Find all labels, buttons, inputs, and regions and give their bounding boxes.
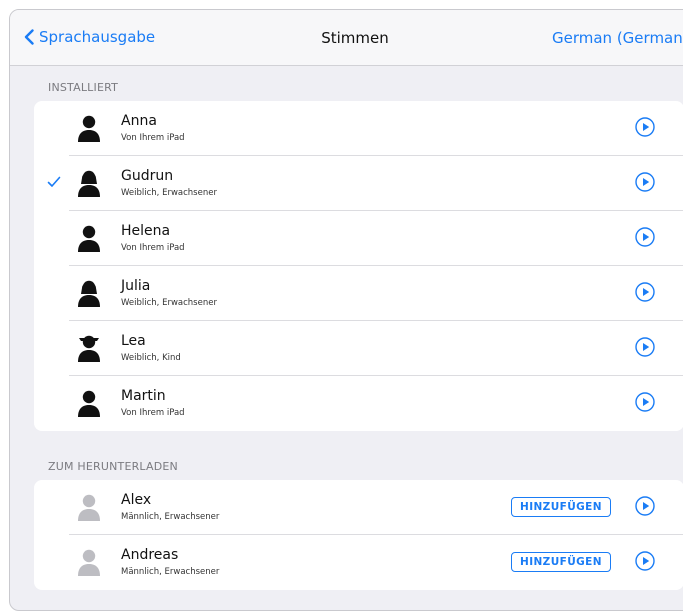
voice-row-anna[interactable]: Anna Von Ihrem iPad (34, 101, 683, 156)
person-icon (78, 115, 100, 142)
voice-description: Männlich, Erwachsener (121, 567, 220, 577)
add-voice-button[interactable]: HINZUFÜGEN (511, 552, 611, 572)
play-icon[interactable] (635, 392, 655, 412)
person-icon (78, 225, 100, 252)
voice-name: Anna (121, 113, 157, 129)
person-icon (78, 390, 100, 417)
voice-description: Von Ihrem iPad (121, 243, 185, 253)
voice-name: Gudrun (121, 168, 174, 184)
back-button[interactable]: Sprachausgabe (24, 28, 155, 46)
voice-row-lea[interactable]: Lea Weiblich, Kind (34, 321, 683, 376)
person-female-icon (78, 280, 100, 307)
voice-row-andreas[interactable]: Andreas Männlich, Erwachsener HINZUFÜGEN (34, 535, 683, 590)
play-icon[interactable] (635, 282, 655, 302)
play-icon[interactable] (635, 496, 655, 516)
download-voices-list: Alex Männlich, Erwachsener HINZUFÜGEN Andre… (34, 480, 683, 590)
voice-row-helena[interactable]: Helena Von Ihrem iPad (34, 211, 683, 266)
voice-row-julia[interactable]: Julia Weiblich, Erwachsener (34, 266, 683, 321)
voice-description: Weiblich, Kind (121, 353, 181, 363)
section-header-download: ZUM HERUNTERLADEN (48, 460, 178, 473)
voice-description: Männlich, Erwachsener (121, 512, 220, 522)
person-icon (78, 494, 100, 521)
play-icon[interactable] (635, 172, 655, 192)
back-label: Sprachausgabe (39, 28, 156, 46)
person-icon (78, 549, 100, 576)
voices-screen: Sprachausgabe Stimmen German (Germany) I… (9, 9, 683, 611)
voice-row-alex[interactable]: Alex Männlich, Erwachsener HINZUFÜGEN (34, 480, 683, 535)
person-female-icon (78, 170, 100, 197)
checkmark-icon (47, 176, 61, 187)
voice-description: Weiblich, Erwachsener (121, 188, 217, 198)
voice-description: Weiblich, Erwachsener (121, 298, 217, 308)
person-child-icon (78, 335, 100, 362)
play-icon[interactable] (635, 337, 655, 357)
voice-row-gudrun[interactable]: Gudrun Weiblich, Erwachsener (34, 156, 683, 211)
voice-description: Von Ihrem iPad (121, 408, 185, 418)
play-icon[interactable] (635, 227, 655, 247)
voice-row-martin[interactable]: Martin Von Ihrem iPad (34, 376, 683, 431)
chevron-left-icon (24, 29, 34, 45)
voice-name: Martin (121, 388, 166, 404)
add-voice-button[interactable]: HINZUFÜGEN (511, 497, 611, 517)
navigation-bar: Sprachausgabe Stimmen German (Germany) (10, 10, 683, 66)
section-header-installed: INSTALLIERT (48, 81, 119, 94)
voice-name: Alex (121, 492, 152, 508)
voice-name: Andreas (121, 547, 179, 563)
voice-name: Lea (121, 333, 146, 349)
voice-description: Von Ihrem iPad (121, 133, 185, 143)
installed-voices-list: Anna Von Ihrem iPad Gudrun Weiblich, Erwach… (34, 101, 683, 431)
play-icon[interactable] (635, 551, 655, 571)
play-icon[interactable] (635, 117, 655, 137)
voice-name: Julia (121, 278, 151, 294)
language-button[interactable]: German (Germany) (552, 29, 683, 47)
voice-name: Helena (121, 223, 171, 239)
